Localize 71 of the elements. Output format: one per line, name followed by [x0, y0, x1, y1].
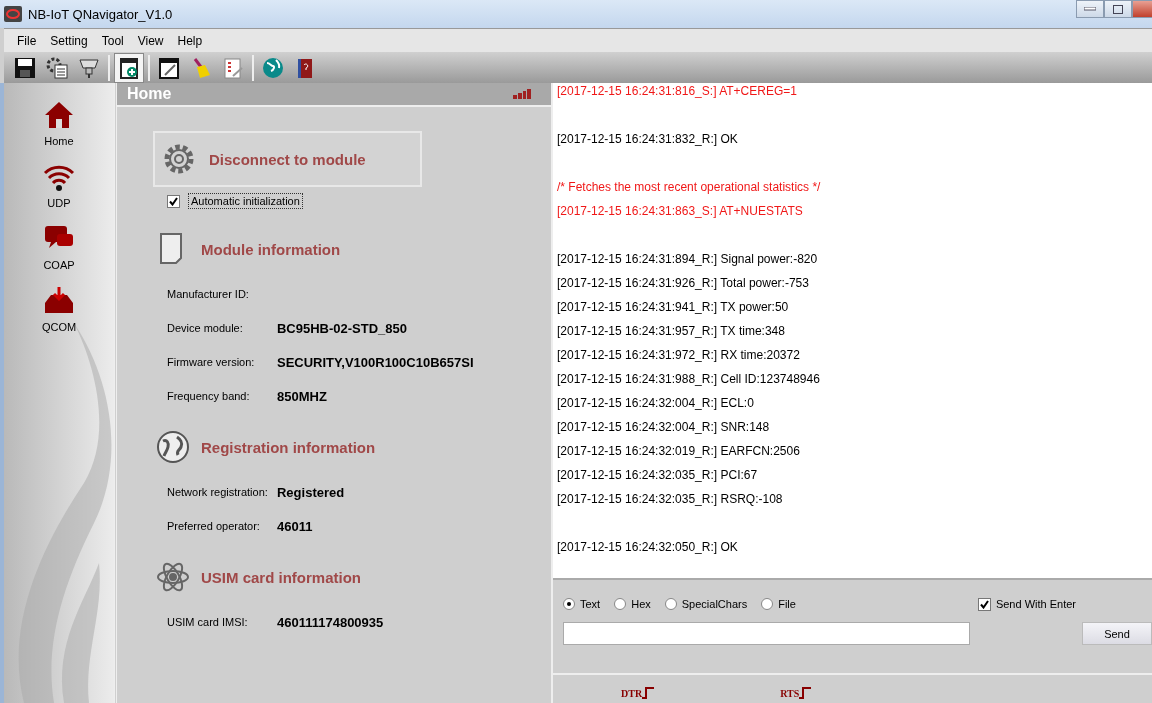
signal-bars-icon: [513, 89, 531, 99]
maximize-button[interactable]: [1104, 0, 1132, 18]
step-signal-icon: [642, 687, 655, 699]
menu-item[interactable]: Tool: [94, 33, 131, 48]
toolbar-button[interactable]: [114, 52, 144, 83]
maximize-icon: [1113, 4, 1123, 14]
log-line: [2017-12-15 16:24:32:019_R:] EARFCN:2506: [557, 443, 801, 460]
log-line: [2017-12-15 16:24:31:894_R:] Signal power:-820: [557, 251, 819, 268]
field-label: Device module:: [167, 321, 244, 336]
menu-item[interactable]: View: [130, 33, 171, 48]
gear-checklist-icon: [45, 55, 69, 80]
message-input[interactable]: [563, 622, 970, 645]
house-icon: [43, 99, 75, 131]
sidebar-item[interactable]: COAP: [41, 221, 77, 273]
signal-label: RTS: [780, 687, 812, 699]
panel-title: Home: [127, 85, 172, 103]
section-title: USIM card information: [201, 568, 361, 586]
field-value: 460111174800935: [277, 614, 385, 630]
connect-button[interactable]: Disconnect to module: [153, 131, 422, 187]
send-button[interactable]: Send: [1082, 622, 1152, 645]
log-line: [2017-12-15 16:24:31:972_R:] RX time:20372: [557, 347, 801, 364]
field-value: 46011: [277, 518, 314, 534]
log-line: [2017-12-15 16:24:31:957_R:] TX time:348: [557, 323, 786, 340]
menu-item[interactable]: Help: [170, 33, 210, 48]
checkbox[interactable]: [167, 194, 180, 208]
log-line: [2017-12-15 16:24:31:941_R:] TX power:50: [557, 299, 790, 316]
app-logo-icon: [4, 6, 22, 22]
log-line: [2017-12-15 16:24:32:004_R:] ECL:0: [557, 395, 755, 412]
field-label: Frequency band:: [167, 389, 251, 404]
field-label: Network registration:: [167, 485, 269, 500]
signal-label: DTR: [621, 687, 655, 699]
field-value: 850MHZ: [277, 388, 328, 404]
pen-document-icon: [157, 55, 181, 80]
field-label: Firmware version:: [167, 355, 256, 370]
sidebar-item[interactable]: Home: [41, 97, 77, 149]
window-title: NB-IoT QNavigator_V1.0: [28, 6, 173, 22]
checkbox[interactable]: [977, 597, 991, 611]
log-line: [2017-12-15 16:24:32:050_R:] OK: [557, 539, 739, 556]
section-title: Registration information: [201, 438, 376, 456]
log-line: [2017-12-15 16:24:32:035_R:] RSRQ:-108: [557, 491, 784, 508]
step-signal-icon: [799, 687, 812, 699]
radio-option[interactable]: SpecialChars: [664, 598, 748, 610]
menu-item[interactable]: File: [10, 33, 44, 48]
log-line: [2017-12-15 16:24:31:988_R:] Cell ID:123748946: [557, 371, 821, 388]
radio-option[interactable]: Hex: [614, 598, 651, 610]
log-line: [2017-12-15 16:24:31:863_S:] AT+NUESTATS: [557, 203, 804, 220]
checkbox-label[interactable]: Send With Enter: [995, 598, 1076, 610]
radio-option[interactable]: Text: [563, 598, 601, 610]
log-line: [2017-12-15 16:24:31:832_R:] OK: [557, 131, 739, 148]
field-label: USIM card IMSI:: [167, 615, 249, 630]
sidebar-item[interactable]: QCOM: [39, 283, 79, 335]
log-line: [2017-12-15 16:24:32:004_R:] SNR:148: [557, 419, 771, 436]
checkbox-label[interactable]: Automatic initialization: [188, 193, 303, 209]
checkmark-icon: [979, 599, 989, 609]
menu-item[interactable]: Setting: [43, 33, 95, 48]
field-label: Manufacturer ID:: [167, 287, 250, 302]
sidebar-item[interactable]: UDP: [41, 159, 77, 211]
checkmark-icon: [169, 196, 178, 206]
field-value: SECURITY,V100R100C10B657SI: [277, 354, 475, 370]
log-line: /* Fetches the most recent operational statistics */: [557, 179, 822, 196]
log-line: [2017-12-15 16:24:32:035_R:] PCI:67: [557, 467, 759, 484]
minimize-icon: [1084, 7, 1096, 11]
log-line: [2017-12-15 16:24:31:816_S:] AT+CEREG=1: [557, 83, 798, 100]
field-value: Registered: [277, 484, 346, 500]
radio-option[interactable]: File: [761, 598, 796, 610]
section-title: Module information: [201, 240, 341, 258]
field-label: Preferred operator:: [167, 519, 261, 534]
hex-sheet-icon: [221, 55, 245, 80]
field-value: BC95HB-02-STD_850: [277, 320, 409, 336]
new-document-icon: [117, 55, 141, 80]
log-line: [2017-12-15 16:24:31:926_R:] Total power:-753: [557, 275, 810, 292]
